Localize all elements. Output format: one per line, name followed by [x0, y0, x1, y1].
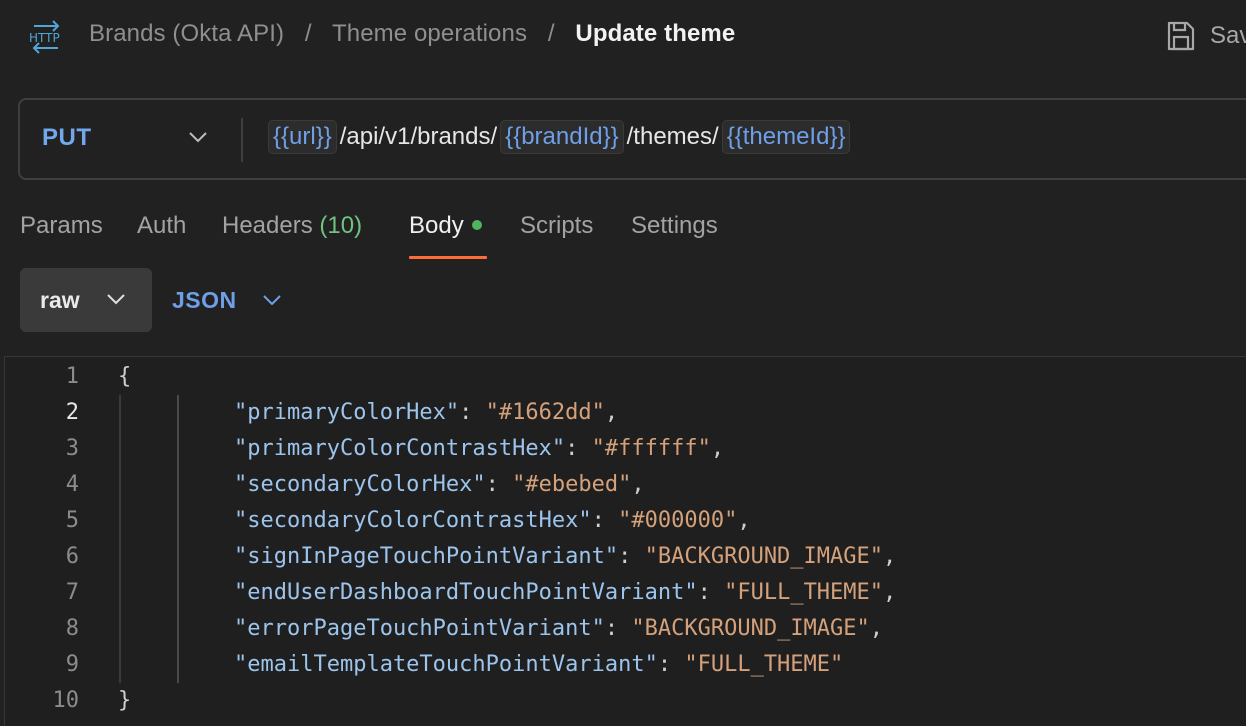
json-brace: {	[118, 364, 132, 389]
url-input[interactable]: {{url}}/api/v1/brands/{{brandId}}/themes…	[268, 120, 851, 154]
request-tabs: Params Auth Headers (10) Body Scripts Se…	[0, 200, 1246, 262]
line-number: 1	[65, 364, 79, 389]
tab-scripts[interactable]: Scripts	[520, 212, 593, 240]
line-number: 10	[52, 688, 80, 713]
code-line[interactable]: 4 "secondaryColorHex": "#ebebed",	[5, 467, 1246, 503]
breadcrumb-item-collection[interactable]: Brands (Okta API)	[89, 20, 284, 47]
url-path-segment: /api/v1/brands/	[339, 123, 498, 150]
line-number: 3	[65, 436, 79, 461]
method-divider	[241, 118, 243, 162]
tab-settings[interactable]: Settings	[631, 212, 718, 240]
code-line[interactable]: 7 "endUserDashboardTouchPointVariant": "F…	[5, 575, 1246, 611]
url-variable[interactable]: {{themeId}}	[721, 120, 851, 154]
tab-params[interactable]: Params	[20, 212, 103, 240]
json-value: "#1662dd"	[485, 400, 605, 425]
body-language-select[interactable]: JSON	[172, 287, 237, 314]
line-number: 9	[65, 652, 79, 677]
json-value: "#ebebed"	[512, 472, 632, 497]
request-header: HTTP Brands (Okta API) / Theme operation…	[0, 0, 1246, 72]
code-text: "primaryColorContrastHex": "#ffffff",	[234, 436, 725, 461]
svg-text:HTTP: HTTP	[29, 31, 60, 45]
json-key: "primaryColorHex"	[234, 400, 460, 425]
tab-headers[interactable]: Headers (10)	[222, 212, 362, 240]
code-line[interactable]: 2 "primaryColorHex": "#1662dd",	[5, 395, 1246, 431]
code-text: {	[118, 359, 131, 395]
chevron-down-icon	[107, 294, 125, 305]
url-bar: PUT {{url}}/api/v1/brands/{{brandId}}/th…	[18, 98, 1246, 180]
url-variable[interactable]: {{brandId}}	[500, 120, 624, 154]
json-key: "secondaryColorHex"	[234, 472, 486, 497]
body-mode-label: raw	[40, 287, 80, 313]
body-mode-select[interactable]: raw	[20, 268, 152, 332]
json-value: "BACKGROUND_IMAGE"	[644, 544, 884, 569]
json-key: "signInPageTouchPointVariant"	[234, 544, 619, 569]
json-value: "BACKGROUND_IMAGE"	[631, 616, 870, 641]
url-variable[interactable]: {{url}}	[268, 120, 337, 154]
save-icon	[1167, 21, 1195, 51]
code-line[interactable]: 9 "emailTemplateTouchPointVariant": "FULL…	[5, 647, 1246, 683]
tab-body[interactable]: Body	[409, 212, 482, 240]
code-editor[interactable]: 1{2 "primaryColorHex": "#1662dd", 3 "primar…	[4, 356, 1246, 726]
code-line[interactable]: 1{	[5, 359, 1246, 395]
tab-headers-label: Headers	[222, 212, 313, 239]
json-value: "FULL_THEME"	[684, 652, 844, 677]
breadcrumb-item-folder[interactable]: Theme operations	[332, 20, 527, 47]
chevron-down-icon[interactable]	[188, 130, 208, 144]
tab-body-label: Body	[409, 212, 464, 239]
http-icon: HTTP	[29, 20, 60, 54]
code-line[interactable]: 8 "errorPageTouchPointVariant": "BACKGROU…	[5, 611, 1246, 647]
line-number: 5	[65, 508, 79, 533]
line-number: 2	[65, 400, 79, 425]
code-line[interactable]: 6 "signInPageTouchPointVariant": "BACKGRO…	[5, 539, 1246, 575]
breadcrumb-separator: /	[304, 20, 312, 47]
json-value: "FULL_THEME"	[724, 580, 884, 605]
postman-request-editor: HTTP Brands (Okta API) / Theme operation…	[0, 0, 1246, 726]
code-text: "primaryColorHex": "#1662dd",	[234, 400, 619, 425]
line-number: 4	[65, 472, 79, 497]
json-key: "secondaryColorContrastHex"	[234, 508, 592, 533]
modified-dot-icon	[471, 219, 482, 230]
active-tab-indicator	[409, 256, 487, 259]
save-label: Sav	[1210, 22, 1246, 49]
json-brace: }	[118, 688, 132, 713]
code-text: "errorPageTouchPointVariant": "BACKGROUN…	[234, 616, 884, 641]
headers-count-badge: (10)	[319, 212, 363, 239]
code-text: }	[118, 683, 131, 719]
json-key: "emailTemplateTouchPointVariant"	[234, 652, 658, 677]
code-text: "emailTemplateTouchPointVariant": "FULL_…	[234, 652, 844, 677]
code-line[interactable]: 5 "secondaryColorContrastHex": "#000000",	[5, 503, 1246, 539]
code-text: "signInPageTouchPointVariant": "BACKGROU…	[234, 544, 897, 569]
line-number: 7	[65, 580, 79, 605]
breadcrumb: Brands (Okta API) / Theme operations / U…	[89, 20, 735, 48]
line-number: 6	[65, 544, 79, 569]
breadcrumb-separator: /	[547, 20, 555, 47]
json-value: "#000000"	[618, 508, 738, 533]
save-button[interactable]: Sav	[1166, 18, 1246, 54]
json-key: "endUserDashboardTouchPointVariant"	[234, 580, 698, 605]
line-number: 8	[65, 616, 79, 641]
chevron-down-icon[interactable]	[262, 293, 282, 307]
code-line[interactable]: 3 "primaryColorContrastHex": "#ffffff",	[5, 431, 1246, 467]
request-title[interactable]: Update theme	[575, 20, 735, 47]
json-key: "errorPageTouchPointVariant"	[234, 616, 605, 641]
json-value: "#ffffff"	[591, 436, 711, 461]
code-line[interactable]: 10}	[5, 683, 1246, 719]
code-text: "secondaryColorHex": "#ebebed",	[234, 472, 645, 497]
method-select[interactable]: PUT	[42, 124, 92, 152]
tab-auth[interactable]: Auth	[137, 212, 186, 240]
body-options: raw JSON	[0, 262, 1246, 338]
code-text: "secondaryColorContrastHex": "#000000",	[234, 508, 751, 533]
url-path-segment: /themes/	[626, 123, 719, 150]
code-text: "endUserDashboardTouchPointVariant": "FU…	[234, 580, 897, 605]
json-key: "primaryColorContrastHex"	[234, 436, 566, 461]
